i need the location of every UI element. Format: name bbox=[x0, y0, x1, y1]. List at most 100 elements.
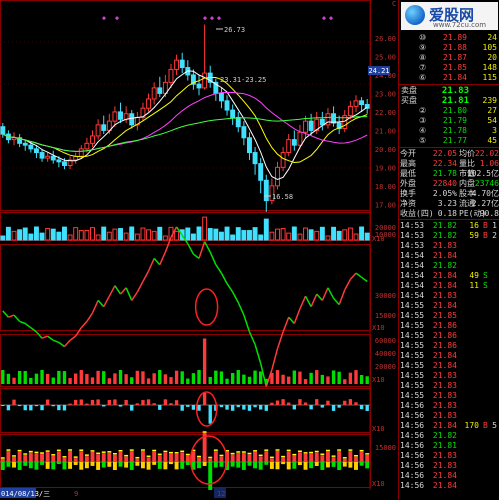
tick-row[interactable]: 14:54 21.84 11 S bbox=[399, 281, 499, 291]
volume: 20 bbox=[487, 53, 497, 62]
stat-row[interactable]: 外盘 22840 内盘 23746 bbox=[399, 179, 499, 189]
buy-level[interactable]: ④ 21.78 3 bbox=[399, 126, 499, 136]
tick-time: 14:56 bbox=[400, 401, 425, 410]
tick-row[interactable]: 14:53 21.83 bbox=[399, 241, 499, 251]
tick-row[interactable]: 14:55 21.86 bbox=[399, 331, 499, 341]
sell-level[interactable]: ⑧ 21.87 20 bbox=[399, 53, 499, 63]
tick-row[interactable]: 14:55 21.83 bbox=[399, 371, 499, 381]
volume-bar bbox=[280, 228, 286, 241]
big-order-bar bbox=[29, 377, 33, 384]
obv-segment bbox=[321, 287, 329, 301]
tick-row[interactable]: 14:55 21.83 bbox=[399, 391, 499, 401]
tick-row[interactable]: 14:56 21.81 bbox=[399, 441, 499, 451]
big-order-bar bbox=[259, 371, 263, 384]
volume-bar bbox=[291, 226, 297, 241]
net-bar-down bbox=[337, 462, 342, 470]
tick-time: 14:54 bbox=[400, 281, 425, 290]
sell-level[interactable]: ⑨ 21.88 105 bbox=[399, 43, 499, 53]
net-bar-down bbox=[96, 462, 101, 470]
diff-bar bbox=[275, 400, 280, 405]
net-bar-down bbox=[12, 462, 16, 468]
sell-level[interactable]: ⑥ 21.84 115 bbox=[399, 73, 499, 83]
tick-row[interactable]: 14:55 21.84 bbox=[399, 301, 499, 311]
panel-frame bbox=[0, 388, 371, 433]
candle-body bbox=[50, 155, 56, 161]
stat-label: 净资 bbox=[400, 199, 416, 208]
obv-segment bbox=[153, 257, 161, 266]
stat-row[interactable]: 换手 2.05% 股本 4.70亿 bbox=[399, 189, 499, 199]
stat-label: 今开 bbox=[400, 149, 416, 158]
tick-row[interactable]: 14:56 21.83 bbox=[399, 451, 499, 461]
stat-row[interactable]: 最高 22.34 量比 1.06 bbox=[399, 159, 499, 169]
volume-bar bbox=[11, 230, 17, 241]
tick-row[interactable]: 14:54 21.84 49 S bbox=[399, 271, 499, 281]
kline-chart[interactable]: 26.0025.0024.0023.0022.0021.0020.0019.00… bbox=[0, 0, 398, 500]
tick-row[interactable]: 14:55 21.84 bbox=[399, 351, 499, 361]
buy-level[interactable]: ② 21.80 27 bbox=[399, 106, 499, 116]
tick-row[interactable]: 14:55 21.84 bbox=[399, 361, 499, 371]
tick-row[interactable]: 14:55 21.86 bbox=[399, 341, 499, 351]
tick-row[interactable]: 14:54 21.83 bbox=[399, 291, 499, 301]
mid-annotation: 23.31-23.25 bbox=[220, 76, 266, 84]
tick-row[interactable]: 14:56 21.83 bbox=[399, 401, 499, 411]
big-order-bar bbox=[6, 373, 11, 384]
sell-total[interactable]: 卖盘 21.83 bbox=[399, 86, 499, 96]
buy-level[interactable]: ③ 21.79 54 bbox=[399, 116, 499, 126]
tick-row[interactable]: 14:53 21.82 59 B 2 bbox=[399, 231, 499, 241]
net-bar-down bbox=[152, 462, 157, 465]
buy-total[interactable]: 买盘 21.81 239 bbox=[399, 96, 499, 106]
big-order-bar bbox=[68, 378, 72, 384]
bo-tick: 20000 bbox=[375, 363, 396, 371]
net-bar-down bbox=[180, 462, 185, 469]
tick-time: 14:55 bbox=[400, 301, 425, 310]
volume-bar bbox=[90, 227, 95, 241]
price: 21.88 bbox=[442, 43, 467, 52]
buy-level[interactable]: ⑤ 21.77 45 bbox=[399, 136, 499, 146]
big-order-bar bbox=[315, 370, 319, 384]
net-bar-down bbox=[169, 462, 173, 465]
candle-body bbox=[297, 131, 303, 146]
price-tick: 20.00 bbox=[375, 146, 396, 154]
chart-area[interactable]: 26.00 25.00 24.00 23.00 22.00 21.00 20.00 19.00… bbox=[0, 0, 398, 500]
stat-row[interactable]: 净资 3.23 流通 2.27亿 bbox=[399, 199, 499, 209]
candle-body bbox=[45, 155, 51, 159]
net-bar-up bbox=[264, 451, 269, 462]
tick-row[interactable]: 14:53 21.82 16 B 1 bbox=[399, 221, 499, 231]
net-bar-down bbox=[314, 462, 319, 466]
diff-bar bbox=[365, 405, 369, 411]
globe-icon bbox=[405, 5, 425, 25]
sell-level[interactable]: ⑩ 21.89 24 bbox=[399, 33, 499, 43]
tick-row[interactable]: 14:54 21.84 bbox=[399, 251, 499, 261]
tick-time: 14:56 bbox=[400, 461, 425, 470]
volume-bar bbox=[319, 226, 325, 241]
tick-row[interactable]: 14:56 21.84 bbox=[399, 471, 499, 481]
sell-level[interactable]: ⑦ 21.85 148 bbox=[399, 63, 499, 73]
tick-row[interactable]: 14:56 21.83 bbox=[399, 461, 499, 471]
tick-row[interactable]: 14:56 21.84 170 B 5 bbox=[399, 421, 499, 431]
level: ⑦ bbox=[419, 63, 427, 72]
net-bar-down bbox=[34, 462, 39, 470]
tick-row[interactable]: 14:54 21.82 bbox=[399, 261, 499, 271]
net-bar-up bbox=[314, 452, 319, 462]
big-order-bar bbox=[275, 370, 280, 384]
diff-bar bbox=[158, 405, 162, 410]
tick-row[interactable]: 14:55 21.85 bbox=[399, 311, 499, 321]
volume-bar bbox=[56, 231, 62, 241]
tick-row[interactable]: 14:55 21.83 bbox=[399, 381, 499, 391]
candle-body bbox=[84, 142, 90, 150]
diff-bar bbox=[242, 405, 246, 410]
tick-row[interactable]: 14:56 21.82 bbox=[399, 431, 499, 441]
volume-bar bbox=[101, 226, 107, 241]
tick-row[interactable]: 14:56 21.83 bbox=[399, 411, 499, 421]
stat-row[interactable]: 收益(四) 0.18 PE(动) 90.8 bbox=[399, 209, 499, 219]
obv-segment bbox=[41, 335, 48, 339]
volume-bar bbox=[275, 228, 280, 241]
corner-label: C bbox=[392, 0, 396, 8]
stat-row[interactable]: 今开 22.05 均价 22.02 bbox=[399, 149, 499, 159]
volume-bar bbox=[174, 230, 180, 241]
tick-row[interactable]: 14:55 21.86 bbox=[399, 321, 499, 331]
obv-segment bbox=[19, 320, 26, 325]
big-order-bar bbox=[247, 376, 252, 384]
stat-row[interactable]: 最低 21.78 市值 102.5亿 bbox=[399, 169, 499, 179]
tick-row[interactable]: 14:56 21.84 bbox=[399, 481, 499, 491]
